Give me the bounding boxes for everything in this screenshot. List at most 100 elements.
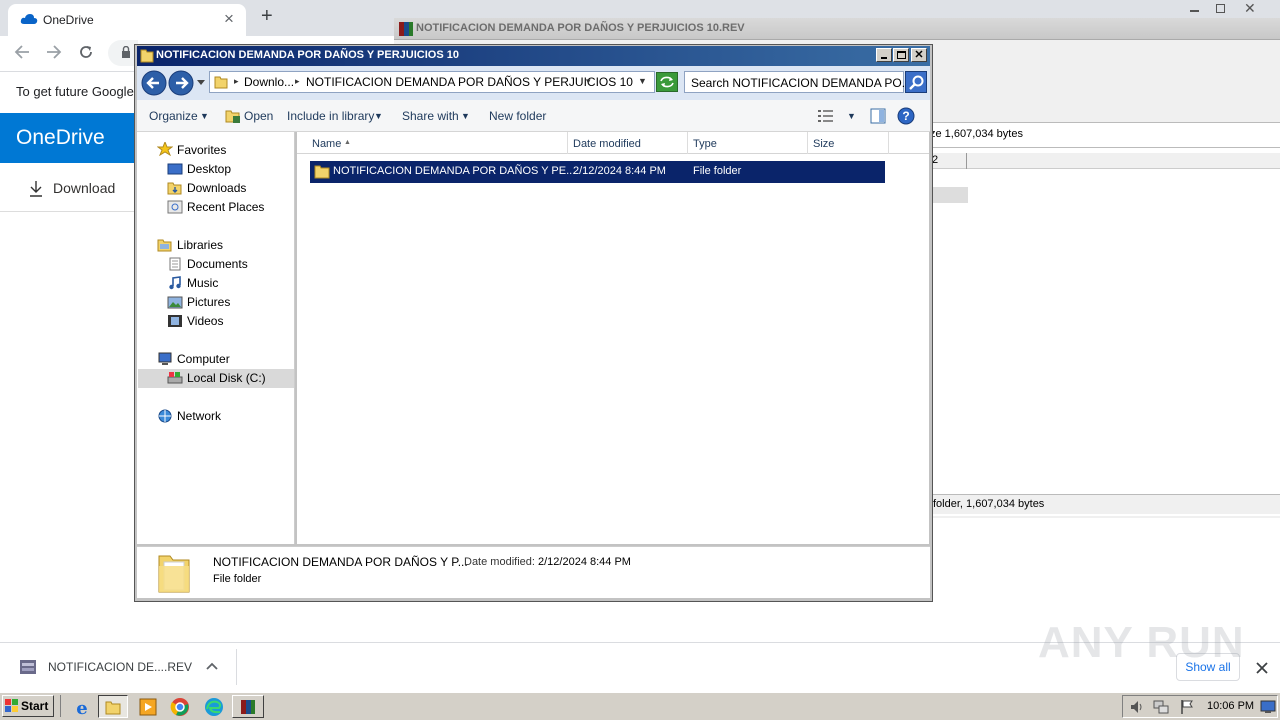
preview-pane-icon[interactable] [870,108,886,124]
nav-documents[interactable]: Documents [187,255,248,274]
row-name: NOTIFICACION DEMANDA POR DAÑOS Y PE... [333,165,576,177]
organize-button[interactable]: Organize [149,100,198,132]
close-icon[interactable] [1256,662,1268,674]
address-dropdown-icon[interactable]: ▼ [638,76,647,86]
search-placeholder: Search NOTIFICACION DEMANDA PO... [691,76,912,90]
breadcrumb-current-folder[interactable]: NOTIFICACION DEMANDA POR DAÑOS Y PERJUIC… [306,75,633,89]
show-desktop-icon[interactable] [1260,700,1276,714]
share-with-dropdown-icon[interactable]: ▼ [461,100,470,132]
ie-icon[interactable]: e [68,696,96,718]
breadcrumb-chevron-icon[interactable]: ▸ [295,76,300,87]
breadcrumb-chevron-icon[interactable]: ▸ [234,76,239,87]
media-player-icon[interactable] [134,696,162,718]
nav-pictures[interactable]: Pictures [187,293,230,312]
network-tray-icon[interactable] [1153,699,1169,715]
onedrive-download-button[interactable]: Download [0,166,135,212]
libraries-icon [157,239,172,252]
new-folder-button[interactable]: New folder [489,100,546,132]
refresh-button[interactable] [656,72,678,92]
table-row[interactable]: NOTIFICACION DEMANDA POR DAÑOS Y PE... 2… [310,161,885,183]
folder-icon [314,165,330,179]
nav-videos[interactable]: Videos [187,312,223,331]
nav-local-disk[interactable]: Local Disk (C:) [187,369,266,388]
open-button[interactable]: Open [244,100,273,132]
share-with-button[interactable]: Share with [402,100,459,132]
edge-icon[interactable] [200,696,228,718]
details-date-label: Date modified: [464,556,535,568]
rar-column-header: 2 [930,153,1280,169]
nav-music[interactable]: Music [187,274,218,293]
system-tray: 10:06 PM [1122,695,1278,718]
row-type: File folder [693,165,742,177]
view-dropdown-icon[interactable]: ▼ [847,100,856,132]
rar-size-info: ze 1,607,034 bytes [930,128,1023,140]
new-tab-icon[interactable]: + [261,5,273,28]
rar-close-button[interactable]: ✕ [1244,0,1262,16]
rar-selected-row[interactable] [930,187,968,203]
column-date-modified[interactable]: Date modified [569,132,688,154]
maximize-button[interactable] [893,48,909,62]
nav-network[interactable]: Network [177,407,221,426]
documents-icon [169,257,181,271]
rar-minimize-button[interactable] [1186,2,1204,16]
desktop-icon [167,163,183,175]
search-icon [909,75,924,90]
minimize-button[interactable] [876,48,892,62]
tab-close-icon[interactable]: × [224,9,234,29]
download-item[interactable]: NOTIFICACION DE....REV [0,643,236,691]
breadcrumb-downloads[interactable]: Downlo... [244,75,294,89]
explorer-titlebar: NOTIFICACION DEMANDA POR DAÑOS Y PERJUIC… [137,46,930,66]
start-label: Start [21,699,49,713]
action-center-flag-icon[interactable] [1179,699,1195,715]
sort-ascending-icon: ▲ [344,139,351,146]
onedrive-header: OneDrive [0,113,135,163]
nav-desktop[interactable]: Desktop [187,160,231,179]
nav-favorites[interactable]: Favorites [177,141,226,160]
help-icon[interactable]: ? [897,107,915,125]
address-bar[interactable]: ▸ Downlo... ▸ NOTIFICACION DEMANDA POR D… [209,71,655,93]
chrome-icon[interactable] [166,696,194,718]
organize-dropdown-icon[interactable]: ▼ [200,100,209,132]
winrar-taskbar-button[interactable] [232,695,264,718]
refresh-icon [660,76,674,88]
pictures-icon [167,296,183,309]
start-button[interactable]: Start [2,695,54,717]
forward-icon[interactable] [46,45,62,59]
include-library-dropdown-icon[interactable]: ▼ [374,100,383,132]
chevron-up-icon[interactable] [206,662,218,670]
view-options-icon[interactable] [818,109,834,123]
column-type[interactable]: Type [689,132,808,154]
local-disk-icon [167,372,183,384]
svg-text:e: e [76,698,87,718]
rar-title: NOTIFICACION DEMANDA POR DAÑOS Y PERJUIC… [416,22,745,34]
watermark-text: ANY RUN [1038,618,1245,667]
explorer-taskbar-button[interactable] [98,695,128,718]
svg-text:?: ? [902,109,909,123]
back-icon[interactable] [14,45,30,59]
volume-icon[interactable] [1129,699,1145,715]
open-folder-icon [225,110,240,123]
close-button[interactable]: ✕ [911,48,927,62]
rar-titlebar: NOTIFICACION DEMANDA POR DAÑOS Y PERJUIC… [394,18,1280,40]
reload-icon[interactable] [78,44,94,60]
nav-recent-places[interactable]: Recent Places [187,198,264,217]
forward-arrow-icon[interactable] [168,70,194,96]
winrar-icon [241,700,255,714]
download-arrow-icon [30,181,42,197]
breadcrumb-chevron-icon[interactable]: ▾ [586,76,591,87]
clock[interactable]: 10:06 PM [1207,700,1254,712]
search-input[interactable]: Search NOTIFICACION DEMANDA PO... [684,71,912,93]
row-date: 2/12/2024 8:44 PM [573,165,666,177]
nav-computer[interactable]: Computer [177,350,230,369]
rar-restore-button[interactable] [1212,2,1230,16]
search-button[interactable] [905,71,927,93]
history-dropdown-icon[interactable] [197,80,205,85]
details-name: NOTIFICACION DEMANDA POR DAÑOS Y P... [213,555,468,569]
browser-tab-onedrive[interactable]: OneDrive × [8,4,246,36]
include-library-button[interactable]: Include in library [287,100,374,132]
file-list [297,132,929,544]
nav-libraries[interactable]: Libraries [177,236,223,255]
nav-downloads[interactable]: Downloads [187,179,246,198]
back-arrow-icon[interactable] [141,70,167,96]
column-size[interactable]: Size [809,132,889,154]
